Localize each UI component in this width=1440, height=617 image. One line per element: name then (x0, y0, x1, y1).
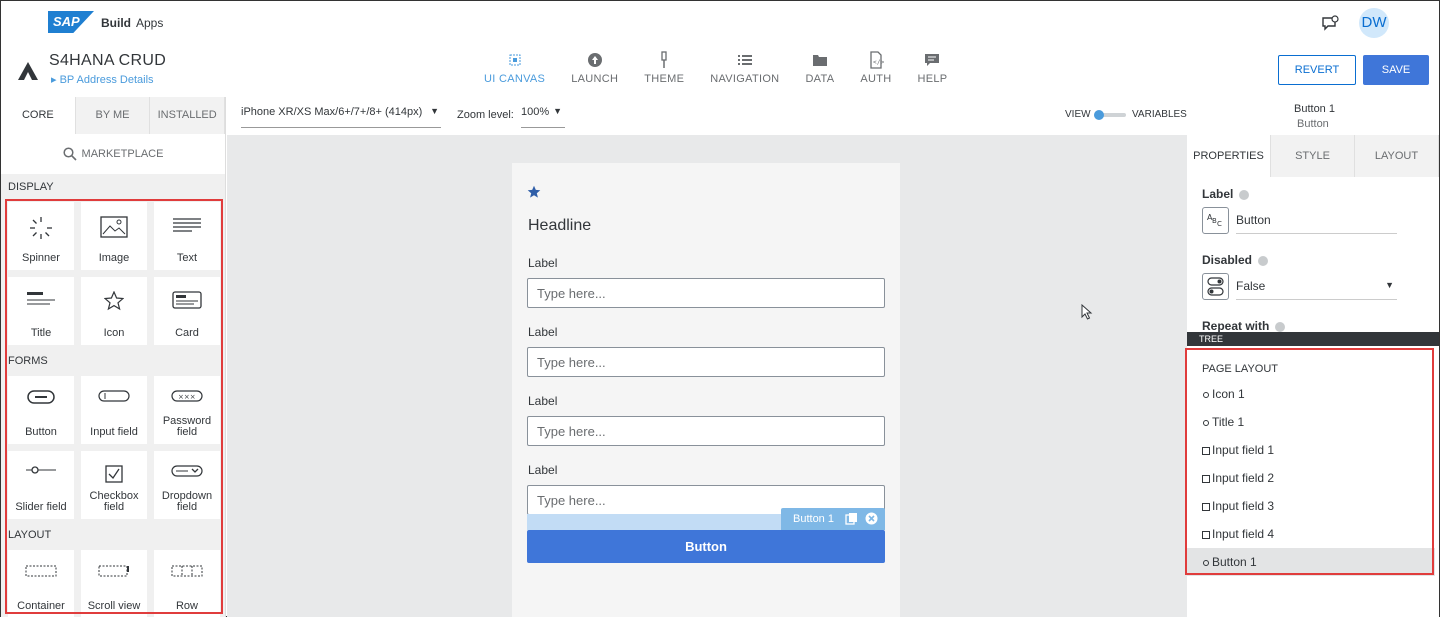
theme-icon (661, 51, 667, 68)
svg-text:C: C (1217, 220, 1222, 228)
nav-auth[interactable]: </> AUTH (847, 51, 904, 85)
nav-label: UI CANVAS (484, 73, 546, 85)
search-icon (62, 147, 77, 161)
selected-component-type: Button (1297, 118, 1329, 130)
section-display: DISPLAY (1, 174, 225, 199)
canvas-input-field-3[interactable]: Type here... (527, 416, 885, 446)
canvas-field-label: Label (528, 256, 558, 270)
repeat-property-title: Repeat with (1202, 319, 1286, 333)
abc-icon: ABC (1207, 213, 1222, 228)
disabled-value: False (1236, 279, 1266, 293)
save-button[interactable]: SAVE (1363, 55, 1429, 85)
disabled-property-title: Disabled (1202, 253, 1269, 267)
chevron-down-icon: ▼ (430, 106, 439, 116)
info-icon[interactable] (1258, 255, 1269, 266)
tab-layout[interactable]: LAYOUT (1355, 135, 1439, 177)
info-icon[interactable] (1239, 189, 1250, 200)
duplicate-icon[interactable] (845, 512, 858, 525)
cursor-icon (1081, 304, 1093, 320)
label-property-input[interactable]: Button (1236, 208, 1397, 234)
device-select[interactable]: iPhone XR/XS Max/6+/7+/8+ (414px) ▼ (241, 106, 441, 128)
revert-button[interactable]: REVERT (1278, 55, 1356, 85)
selection-highlight (527, 514, 781, 530)
tab-core[interactable]: CORE (1, 97, 76, 134)
zoom-select[interactable]: 100% ▼ (521, 106, 565, 128)
navigation-icon (737, 55, 752, 65)
disabled-property-select[interactable]: False ▼ (1236, 274, 1397, 300)
svg-text:</>: </> (873, 59, 884, 66)
chevron-down-icon: ▼ (553, 106, 562, 116)
disabled-property-text: Disabled (1202, 253, 1253, 267)
nav-label: AUTH (860, 73, 892, 85)
page-name: BP Address Details (59, 74, 154, 86)
text-binding-button[interactable]: ABC (1202, 207, 1229, 234)
canvas-input-field-1[interactable]: Type here... (527, 278, 885, 308)
app-logo-icon (18, 62, 38, 80)
selection-tag-label: Button 1 (793, 513, 834, 525)
canvas-input-field-2[interactable]: Type here... (527, 347, 885, 377)
data-icon (812, 55, 827, 66)
brand-build: Build (101, 16, 131, 30)
canvas-field-label: Label (528, 394, 558, 408)
toggle-binding-button[interactable] (1202, 273, 1229, 300)
properties-tabs: PROPERTIES STYLE LAYOUT (1187, 135, 1439, 177)
nav-ui-canvas[interactable]: UI CANVAS (471, 51, 558, 85)
launch-icon (587, 53, 602, 67)
page-breadcrumb[interactable]: ▸ BP Address Details (51, 73, 154, 86)
canvas-button[interactable]: Button (527, 530, 885, 563)
variables-label: VARIABLES (1132, 109, 1187, 120)
component-tabs: CORE BY ME INSTALLED (1, 97, 226, 134)
components-highlight (5, 199, 223, 614)
zoom-value: 100% (521, 106, 550, 118)
tab-properties[interactable]: PROPERTIES (1187, 135, 1271, 177)
nav-help[interactable]: HELP (905, 51, 961, 85)
nav-label: DATA (805, 73, 835, 85)
nav-navigation[interactable]: NAVIGATION (697, 51, 792, 85)
tab-by-me[interactable]: BY ME (75, 97, 151, 134)
selected-component-name: Button 1 (1294, 103, 1335, 115)
tab-style[interactable]: STYLE (1271, 135, 1355, 177)
tree-highlight (1185, 348, 1434, 575)
chevron-down-icon: ▼ (1385, 280, 1394, 290)
nav-label: HELP (917, 73, 948, 85)
sap-logo[interactable]: SAP (48, 11, 94, 33)
avatar[interactable]: DW (1359, 8, 1389, 38)
nav-label: LAUNCH (571, 73, 619, 85)
info-icon[interactable] (1275, 321, 1286, 332)
selection-tag[interactable]: Button 1 (781, 508, 885, 530)
device-value: iPhone XR/XS Max/6+/7+/8+ (414px) (241, 106, 423, 118)
nav-launch[interactable]: LAUNCH (558, 51, 631, 85)
canvas-field-label: Label (528, 325, 558, 339)
star-icon[interactable] (527, 185, 541, 199)
nav-data[interactable]: DATA (792, 51, 847, 85)
main-nav: UI CANVAS LAUNCH THEME NAVIGATION DATA <… (471, 51, 960, 85)
help-icon (925, 54, 940, 66)
label-property-text: Label (1202, 187, 1234, 201)
view-label: VIEW (1065, 109, 1091, 120)
repeat-property-text: Repeat with (1202, 319, 1270, 333)
toggle-icon (1207, 277, 1224, 296)
zoom-label: Zoom level: (457, 109, 514, 121)
auth-icon: </> (870, 51, 884, 69)
nav-label: THEME (644, 73, 685, 85)
delete-icon[interactable] (865, 512, 878, 525)
brand-apps: Apps (136, 16, 164, 30)
top-bar: SAP Build Apps DW (1, 1, 1439, 45)
canvas-headline[interactable]: Headline (528, 217, 591, 235)
nav-theme[interactable]: THEME (631, 51, 697, 85)
feedback-icon[interactable] (1321, 15, 1339, 33)
project-title: S4HANA CRUD (49, 52, 167, 69)
tab-installed[interactable]: INSTALLED (150, 97, 226, 134)
canvas-field-label: Label (528, 463, 558, 477)
canvas-icon (509, 54, 521, 66)
nav-label: NAVIGATION (710, 73, 780, 85)
toggle-knob[interactable] (1094, 110, 1104, 120)
marketplace-link[interactable]: MARKETPLACE (1, 134, 225, 174)
tree-panel-header[interactable]: TREE (1187, 332, 1439, 346)
label-property-title: Label (1202, 187, 1250, 201)
marketplace-label: MARKETPLACE (81, 148, 164, 160)
